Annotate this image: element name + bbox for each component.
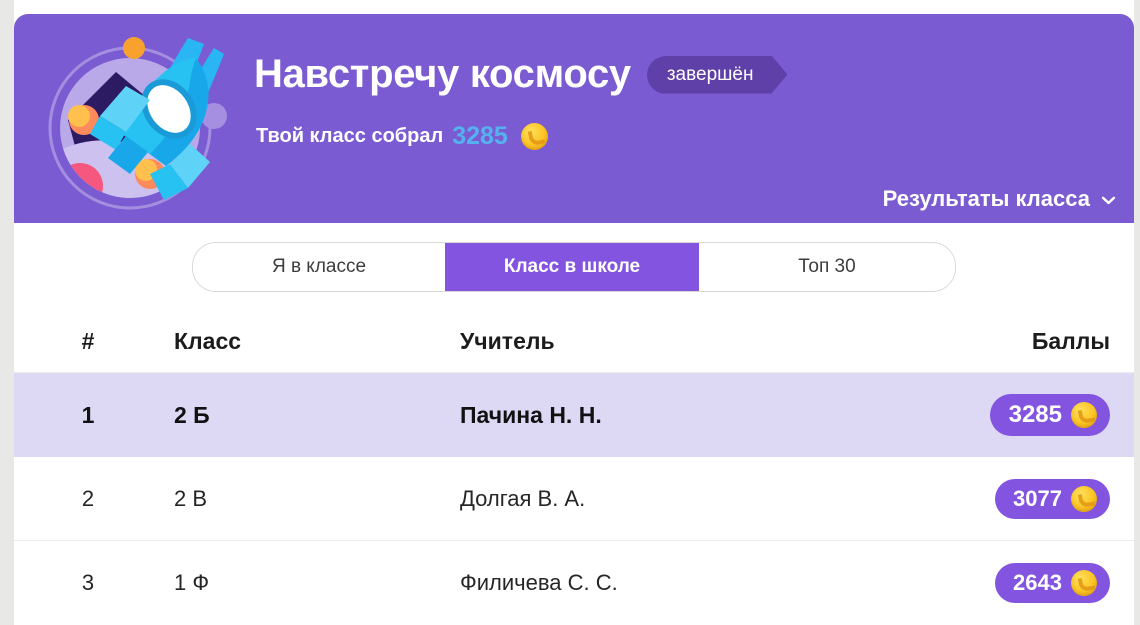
score-badge: 2643 [995,563,1110,603]
table-row[interactable]: 2 2 В Долгая В. А. 3077 [14,457,1134,541]
app-root: Навстречу космосу завершён Твой класс со… [0,0,1140,625]
coin-icon [1071,402,1097,428]
cell-score: 3285 [934,394,1134,436]
hero-title-row: Навстречу космосу завершён [254,52,787,97]
cell-teacher: Филичева С. С. [460,570,618,595]
tabs-area: Я в классе Класс в школе Топ 30 [14,223,1134,311]
cell-teacher: Пачина Н. Н. [460,401,602,428]
tab-class-in-school[interactable]: Класс в школе [445,243,699,291]
column-header-score: Баллы [1031,328,1110,354]
table-row[interactable]: 1 2 Б Пачина Н. Н. 3285 [14,373,1134,457]
tab-group: Я в классе Класс в школе Топ 30 [192,242,956,292]
cell-rank: 3 [81,570,95,595]
cell-class: 1 Ф [174,570,210,595]
hero-banner: Навстречу космосу завершён Твой класс со… [14,14,1134,223]
score-badge: 3285 [989,394,1110,436]
cell-teacher: Долгая В. А. [460,485,586,511]
table-header-row: # Класс Учитель Баллы [14,311,1134,373]
content-column: Навстречу космосу завершён Твой класс со… [14,0,1134,625]
coin-icon [520,123,548,150]
chevron-down-icon [1101,193,1116,208]
class-results-label: Результаты класса [882,186,1090,211]
column-header-class: Класс [174,328,242,354]
page-title: Навстречу космосу [254,52,631,96]
cell-rank: 2 [81,485,95,511]
tab-top-30[interactable]: Топ 30 [699,243,955,291]
score-value: 2643 [1013,570,1062,595]
tab-me-in-class[interactable]: Я в классе [193,243,445,291]
score-value: 3285 [1008,401,1062,428]
column-header-teacher: Учитель [460,328,555,354]
status-badge: завершён [647,56,788,94]
cell-rank: 1 [81,401,95,428]
class-score-label: Твой класс собрал [256,125,444,147]
cell-score: 2643 [934,563,1134,603]
coin-icon [1071,485,1097,512]
leaderboard-table: # Класс Учитель Баллы 1 2 Б Пачина Н. Н.… [14,311,1134,625]
class-score-summary: Твой класс собрал 3285 [256,122,548,151]
score-value: 3077 [1013,485,1062,511]
rocket-in-circle-illustration [38,24,234,220]
cell-score: 3077 [934,478,1134,519]
coin-icon [1071,570,1097,596]
column-header-rank: # [81,328,95,354]
table-row[interactable]: 3 1 Ф Филичева С. С. 2643 [14,541,1134,625]
cell-class: 2 Б [174,401,210,428]
class-results-link[interactable]: Результаты класса [883,186,1116,212]
cell-class: 2 В [174,485,208,511]
score-badge: 3077 [995,478,1110,519]
class-score-value: 3285 [452,122,508,150]
